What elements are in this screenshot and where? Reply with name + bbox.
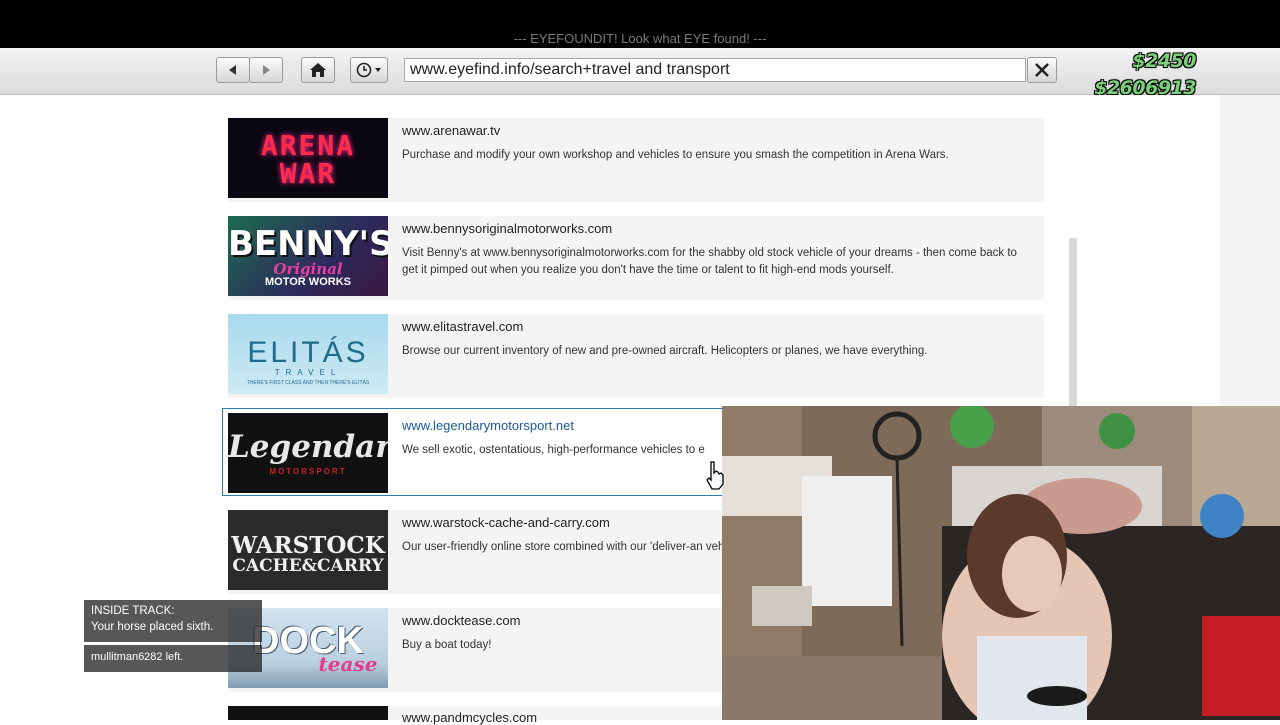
player-name: mullitman6282: [91, 651, 163, 663]
player-left-text: left.: [162, 651, 184, 663]
result-url[interactable]: www.bennysoriginalmotorworks.com: [402, 221, 612, 236]
result-description: Visit Benny's at www.bennysoriginalmotor…: [402, 247, 1017, 276]
result-url[interactable]: www.arenawar.tv: [402, 123, 500, 138]
history-button[interactable]: [350, 57, 388, 83]
close-button[interactable]: [1027, 57, 1057, 83]
result-description: Purchase and modify your own workshop an…: [402, 149, 949, 161]
player-left-notification: mullitman6282 left.: [84, 645, 262, 672]
bennys-logo: BENNY'S Original MOTOR WORKS: [228, 216, 388, 296]
cash-display: $2450: [1132, 50, 1196, 72]
result-url[interactable]: www.legendarymotorsport.net: [402, 418, 574, 433]
forward-arrow-icon: [263, 65, 270, 75]
back-arrow-icon: [229, 65, 236, 75]
clock-icon: [356, 62, 381, 78]
result-description: Browse our current inventory of new and …: [402, 345, 928, 357]
forward-button[interactable]: [249, 57, 283, 83]
elitas-logo: ELITÁS TRAVEL THERE'S FIRST CLASS AND TH…: [228, 314, 388, 394]
site-banner: --- EYEFOUNDIT! Look what EYE found! ---: [513, 31, 767, 46]
home-button[interactable]: [301, 57, 335, 83]
webcam-overlay: [722, 406, 1280, 720]
home-icon: [310, 63, 326, 77]
hand-cursor-icon: [706, 461, 724, 490]
result-url[interactable]: www.warstock-cache-and-carry.com: [402, 515, 610, 530]
result-url[interactable]: www.elitastravel.com: [402, 319, 523, 334]
pandm-logo: [228, 706, 388, 720]
warstock-logo: WARSTOCK CACHE&CARRY: [228, 510, 388, 590]
result-url[interactable]: www.docktease.com: [402, 613, 521, 628]
notification-message: Your horse placed sixth.: [91, 621, 214, 633]
inside-track-notification: INSIDE TRACK: Your horse placed sixth.: [84, 600, 262, 642]
result-bennys[interactable]: BENNY'S Original MOTOR WORKS www.bennyso…: [228, 216, 1044, 300]
result-arenawar[interactable]: ARENA WAR www.arenawar.tv Purchase and m…: [228, 118, 1044, 202]
back-button[interactable]: [216, 57, 250, 83]
scrollbar[interactable]: [1069, 238, 1077, 413]
webcam-scene: [722, 406, 1280, 720]
result-url[interactable]: www.pandmcycles.com: [402, 710, 537, 725]
url-input[interactable]: www.eyefind.info/search+travel and trans…: [404, 58, 1026, 82]
arena-war-logo: ARENA WAR: [228, 118, 388, 198]
result-elitas[interactable]: ELITÁS TRAVEL THERE'S FIRST CLASS AND TH…: [228, 314, 1044, 398]
close-icon: [1035, 63, 1049, 77]
legendary-logo: Legendary MOTORSPORT: [228, 413, 388, 493]
notification-title: INSIDE TRACK:: [91, 605, 175, 617]
